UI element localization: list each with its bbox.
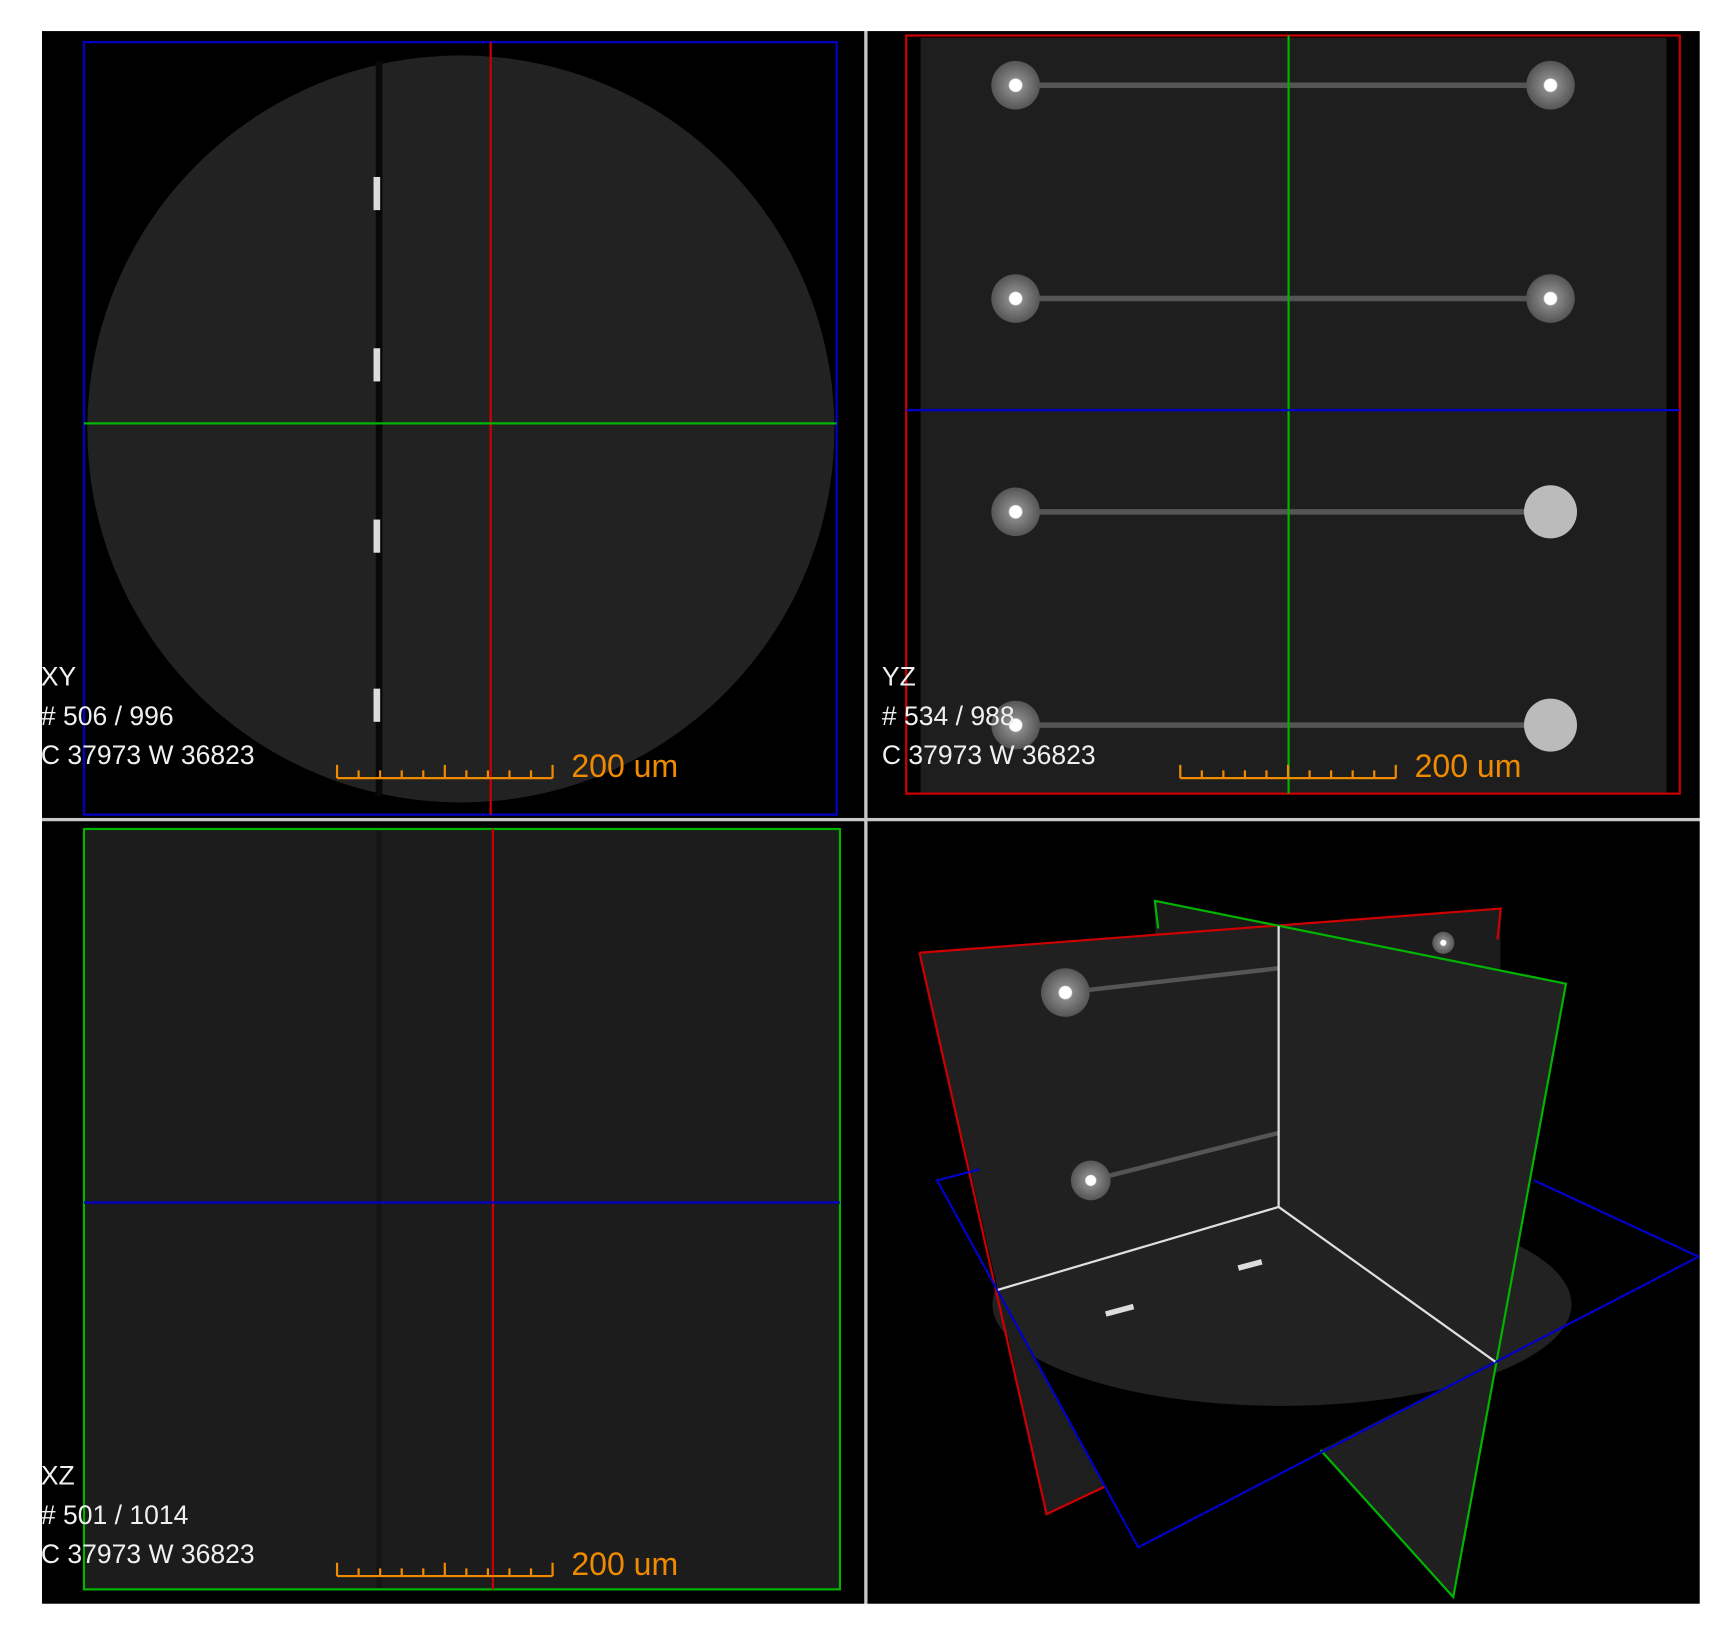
- scale-label: 200 um: [571, 1546, 678, 1582]
- window-level: C 37973 W 36823: [41, 740, 255, 770]
- xy-view[interactable]: XY # 506 / 996 C 37973 W 36823 200 um: [41, 31, 865, 818]
- 3d-view[interactable]: [867, 821, 1700, 1604]
- xz-slice-image: [85, 830, 839, 1589]
- slice-index: # 534 / 988: [882, 701, 1015, 731]
- window-level: C 37973 W 36823: [882, 740, 1096, 770]
- yz-slice-image: [920, 37, 1667, 793]
- window-level: C 37973 W 36823: [41, 1539, 255, 1569]
- ct-viewer-quad: XY # 506 / 996 C 37973 W 36823 200 um YZ…: [41, 31, 1700, 1604]
- view-label: YZ: [882, 661, 916, 691]
- view-label: XY: [41, 661, 77, 691]
- slice-index: # 501 / 1014: [41, 1500, 188, 1530]
- yz-view[interactable]: YZ # 534 / 988 C 37973 W 36823 200 um: [867, 31, 1700, 818]
- xz-view[interactable]: XZ # 501 / 1014 C 37973 W 36823 200 um: [41, 821, 865, 1604]
- pin-head-3d: [1041, 968, 1090, 1017]
- view-label: XZ: [41, 1460, 75, 1490]
- scale-label: 200 um: [1415, 748, 1522, 784]
- pin-head-3d: [1070, 1160, 1111, 1201]
- sample-cross-section: [87, 55, 835, 803]
- pin-head-3d: [1432, 931, 1455, 954]
- slice-index: # 506 / 996: [41, 701, 174, 731]
- scale-label: 200 um: [571, 748, 678, 784]
